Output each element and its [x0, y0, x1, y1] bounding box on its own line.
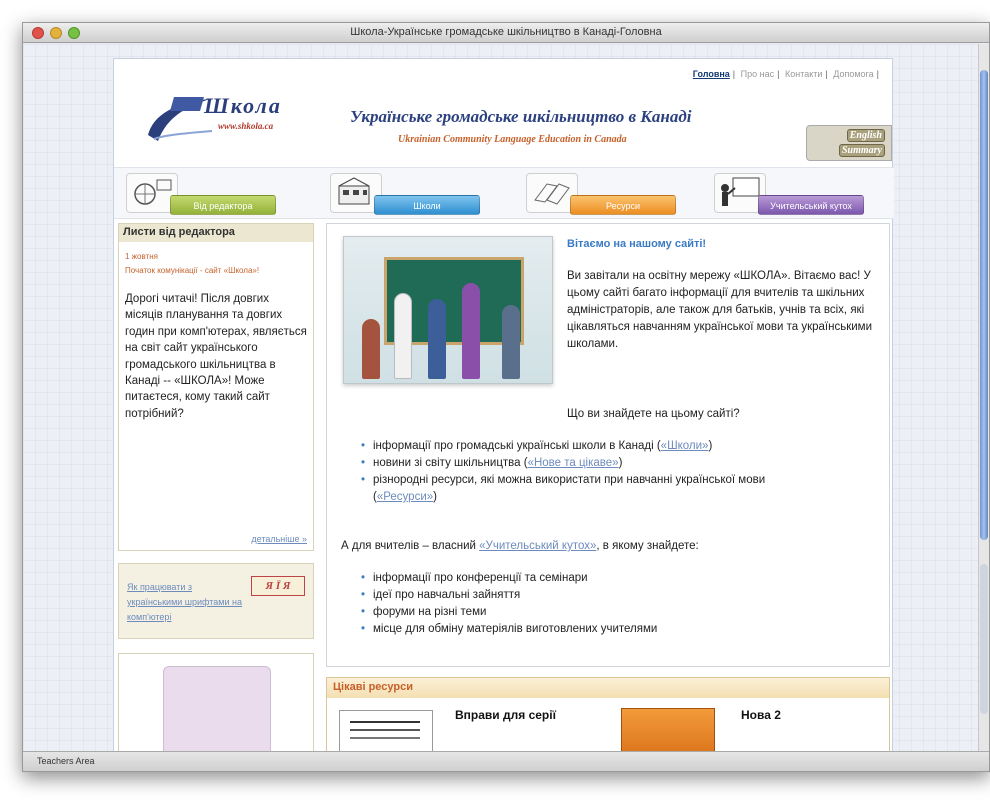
- nav-link-contacts[interactable]: Контакти: [785, 69, 822, 79]
- english-summary-button[interactable]: English Summary: [806, 125, 892, 161]
- teachers-suffix: , в якому знайдете:: [596, 540, 699, 552]
- scrollbar-thumb[interactable]: [980, 70, 988, 540]
- teachers-corner-link[interactable]: «Учительський кутох»: [479, 540, 596, 552]
- browser-window: Школа-Українське громадське шкільництво …: [22, 22, 990, 772]
- nav-tile-schools[interactable]: Школи: [330, 173, 486, 215]
- status-bar: Teachers Area: [23, 751, 989, 771]
- list-item: інформації про конференції та семінари: [361, 570, 881, 587]
- teachers-prefix: А для вчителів – власний: [341, 540, 476, 552]
- teacher-features-list: інформації про конференції та семінари і…: [361, 570, 881, 638]
- person-figure: [502, 305, 520, 379]
- welcome-panel: Вітаємо на нашому сайті! Ви завітали на …: [326, 223, 890, 667]
- status-text: Teachers Area: [37, 756, 95, 766]
- editor-letters-heading: Листи від редактора: [119, 224, 313, 242]
- title-bar: Школа-Українське громадське шкільництво …: [23, 23, 989, 43]
- site-title: Українське громадське шкільництво в Кана…: [350, 107, 692, 126]
- nav-link-help[interactable]: Допомога: [833, 69, 873, 79]
- logo-url: www.shkola.ca: [218, 121, 274, 131]
- list-item: новини зі світу шкільництва («Нове та ці…: [361, 455, 881, 472]
- welcome-question: Що ви знайдете на цьому сайті?: [567, 408, 740, 420]
- resources-link[interactable]: «Ресурси»: [377, 491, 433, 503]
- nav-tile-resources-label: Ресурси: [570, 195, 676, 215]
- window-title: Школа-Українське громадське шкільництво …: [350, 26, 662, 38]
- logo-text: Школа: [204, 93, 282, 118]
- nav-tile-editor[interactable]: Від редактора: [126, 173, 282, 215]
- section-nav: Від редактора Школи Ресурси Учительський…: [114, 167, 894, 219]
- keyboard-letters-badge: Я Ї Я: [251, 576, 305, 596]
- list-item: ідеї про навчальні зайняття: [361, 587, 881, 604]
- nav-tile-schools-label: Школи: [374, 195, 480, 215]
- person-figure: [462, 283, 480, 379]
- ukrainian-fonts-panel: Як працювати з українськими шрифтами на …: [118, 563, 314, 639]
- list-item-text: новини зі світу шкільництва: [373, 457, 521, 469]
- nav-link-about[interactable]: Про нас: [741, 69, 774, 79]
- web-page: Головна | Про нас | Контакти | Допомога | Шк…: [113, 58, 894, 771]
- english-summary-line1: English: [846, 129, 885, 142]
- editor-letters-panel: Листи від редактора 1 жовтня Початок ком…: [118, 223, 314, 551]
- nav-tile-teachers[interactable]: Учительський кутох: [714, 173, 870, 215]
- vertical-scrollbar[interactable]: [978, 44, 989, 753]
- top-nav: Головна | Про нас | Контакти | Допомога |: [692, 69, 879, 79]
- english-summary-line2: Summary: [838, 144, 885, 157]
- welcome-title: Вітаємо на нашому сайті!: [567, 238, 707, 250]
- page-viewport: Головна | Про нас | Контакти | Допомога | Шк…: [23, 44, 980, 771]
- person-figure: [428, 299, 446, 379]
- editor-letter-body: Дорогі читачі! Після довгих місяців план…: [125, 293, 307, 420]
- site-logo[interactable]: Школа www.shkola.ca: [144, 91, 304, 147]
- site-features-list: інформації про громадські українські шко…: [361, 438, 881, 506]
- list-item: місце для обміну матеріялів виготовлених…: [361, 621, 881, 638]
- editor-read-more-link[interactable]: детальніше »: [251, 534, 307, 544]
- welcome-intro: Ви завітали на освітну мережу «ШКОЛА». В…: [567, 270, 873, 350]
- list-item-text: різнородні ресурси, які можна використат…: [373, 474, 766, 486]
- resource-title[interactable]: Нова 2: [741, 708, 781, 722]
- list-item-text: інформації про громадські українські шко…: [373, 440, 654, 452]
- person-figure: [362, 319, 380, 379]
- teachers-corner-line: А для вчителів – власний «Учительський к…: [341, 540, 699, 552]
- scrollbar-track-highlight: [980, 564, 988, 714]
- list-item: форуми на різні теми: [361, 604, 881, 621]
- nav-tile-resources[interactable]: Ресурси: [526, 173, 682, 215]
- list-item: інформації про громадські українські шко…: [361, 438, 881, 455]
- nav-link-home[interactable]: Головна: [693, 69, 730, 79]
- resources-heading: Цікаві ресурси: [327, 678, 889, 698]
- schools-link[interactable]: «Школи»: [661, 440, 709, 452]
- news-link[interactable]: «Нове та цікаве»: [528, 457, 619, 469]
- editor-letter-headline-link[interactable]: Початок комунікації - сайт «Школа»!: [125, 263, 307, 279]
- list-item: різнородні ресурси, які можна використат…: [361, 472, 881, 506]
- site-subtitle: Ukrainian Community Language Education i…: [398, 134, 627, 145]
- editor-letter-date: 1 жовтня: [125, 252, 158, 261]
- ukrainian-fonts-link[interactable]: Як працювати з українськими шрифтами на …: [127, 580, 247, 625]
- nav-tile-teachers-label: Учительський кутох: [758, 195, 864, 215]
- hero-photo: [343, 236, 553, 384]
- resource-title[interactable]: Вправи для серії: [455, 708, 556, 722]
- person-figure: [394, 293, 412, 379]
- left-column: Листи від редактора 1 жовтня Початок ком…: [118, 223, 318, 771]
- nav-tile-editor-label: Від редактора: [170, 195, 276, 215]
